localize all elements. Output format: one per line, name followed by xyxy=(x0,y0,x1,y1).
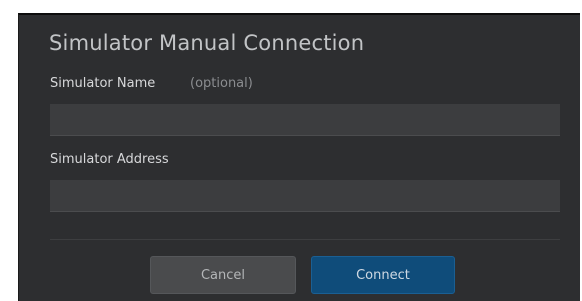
simulator-name-input[interactable] xyxy=(50,104,560,136)
simulator-address-input[interactable] xyxy=(50,180,560,212)
footer-divider xyxy=(50,239,560,240)
manual-connection-dialog: Simulator Manual Connection Simulator Na… xyxy=(18,13,580,301)
simulator-address-label: Simulator Address xyxy=(50,152,169,167)
connect-button[interactable]: Connect xyxy=(311,256,455,294)
simulator-name-label: Simulator Name xyxy=(50,76,156,91)
cancel-button[interactable]: Cancel xyxy=(150,256,296,294)
dialog-title: Simulator Manual Connection xyxy=(49,31,365,55)
optional-hint: (optional) xyxy=(190,76,253,91)
